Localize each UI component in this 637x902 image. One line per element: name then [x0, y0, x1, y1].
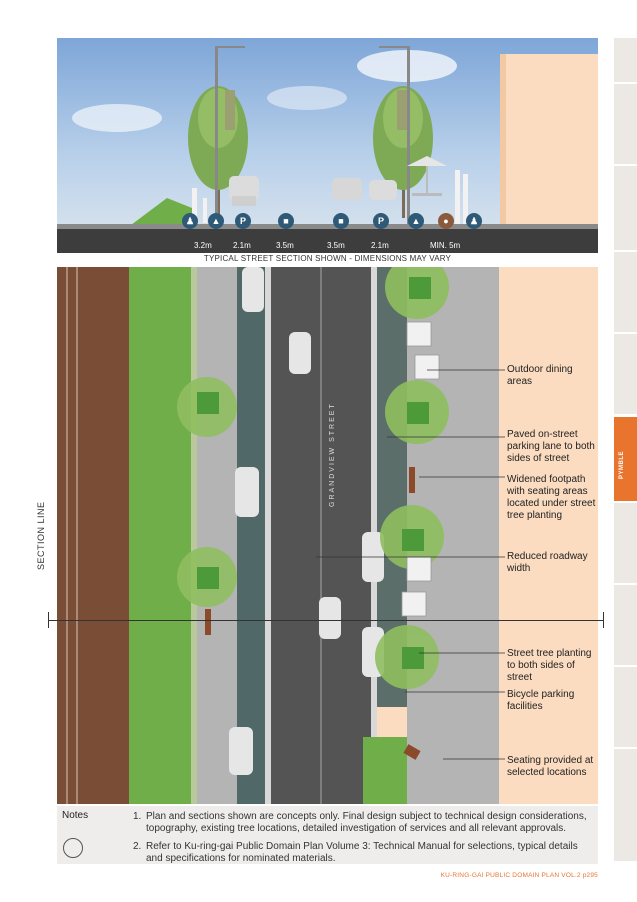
side-tab[interactable] [614, 334, 637, 414]
section-line-tick [48, 612, 49, 628]
car-icon: ■ [278, 213, 294, 229]
callout-outdoor-dining: Outdoor dining areas [507, 364, 573, 387]
dimension-label: 2.1m [371, 241, 389, 250]
side-tab[interactable] [614, 749, 637, 861]
dimension-label: MIN. 5m [430, 241, 461, 250]
callout-seating: Seating provided at selected locations [507, 755, 594, 778]
side-tab-pymble[interactable]: PYMBLE [614, 417, 637, 501]
pedestrian-icon: ♟ [182, 213, 198, 229]
side-tab[interactable] [614, 252, 637, 332]
callout-bicycle-parking: Bicycle parking facilities [507, 689, 575, 712]
callout-widened-footpath: Widened footpath with seating areas loca… [507, 474, 596, 521]
dining-icon: ● [438, 213, 454, 229]
street-plan-illustration: GRANDVIEW STREET Outdoor dining areas Pa… [57, 267, 598, 804]
dimension-label: 3.5m [276, 241, 294, 250]
north-arrow-icon [63, 838, 83, 858]
side-tab[interactable] [614, 38, 637, 82]
note-item: 1. Plan and sections shown are concepts … [133, 811, 587, 834]
side-tab[interactable] [614, 503, 637, 583]
street-name-label: GRANDVIEW STREET [329, 402, 336, 507]
callout-street-tree: Street tree planting to both sides of st… [507, 648, 592, 683]
tree-icon: ▲ [408, 213, 424, 229]
section-line-tick [603, 612, 604, 628]
parking-icon: P [373, 213, 389, 229]
dimension-label: 2.1m [233, 241, 251, 250]
callout-paved-parking: Paved on-street parking lane to both sid… [507, 429, 595, 464]
notes-title: Notes [62, 810, 89, 821]
side-tab[interactable] [614, 84, 637, 164]
section-caption: TYPICAL STREET SECTION SHOWN - DIMENSION… [203, 254, 452, 263]
tree-icon: ▲ [208, 213, 224, 229]
callout-reduced-roadway: Reduced roadway width [507, 551, 588, 574]
dimension-label: 3.2m [194, 241, 212, 250]
street-section-illustration: ♟ ▲ P ■ ■ P ▲ ● ♟ 3.2m 2.1m 3.5m 3.5m 2.… [57, 38, 598, 253]
section-line [48, 620, 604, 621]
side-tab[interactable] [614, 667, 637, 747]
car-icon: ■ [333, 213, 349, 229]
side-tab[interactable] [614, 585, 637, 665]
side-tab[interactable] [614, 166, 637, 250]
section-line-label: SECTION LINE [36, 501, 46, 570]
dimension-label: 3.5m [327, 241, 345, 250]
parking-icon: P [235, 213, 251, 229]
page-footer: KU-RING-GAI PUBLIC DOMAIN PLAN VOL.2 p29… [440, 872, 598, 879]
note-item: 2. Refer to Ku-ring-gai Public Domain Pl… [133, 841, 578, 864]
pedestrian-icon: ♟ [466, 213, 482, 229]
